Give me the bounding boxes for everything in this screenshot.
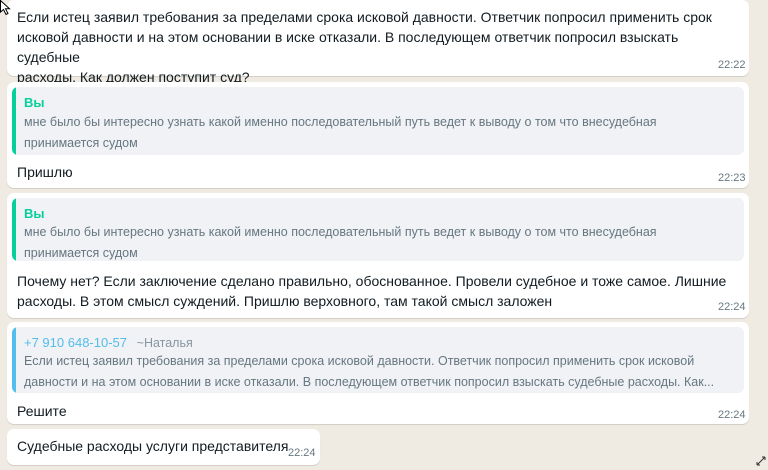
quote-author: +7 910 648-10-57 ~Наталья — [24, 335, 193, 350]
quoted-message[interactable]: Вы мне было бы интересно узнать какой им… — [12, 198, 744, 261]
message-time: 22:24 — [718, 301, 746, 313]
quote-accent-bar — [12, 198, 16, 261]
message-time: 22:22 — [718, 59, 746, 71]
quote-accent-bar — [12, 87, 16, 155]
message-text: Судебные расходы услуги представителя — [17, 438, 289, 454]
quote-accent-bar — [12, 327, 16, 393]
quote-author-name: ~Наталья — [136, 336, 193, 350]
quote-text: мне было бы интересно узнать какой именн… — [24, 115, 657, 150]
quote-author: Вы — [24, 95, 45, 110]
quote-author-phone: +7 910 648-10-57 — [24, 335, 128, 350]
message-text: Почему нет? Если заключение сделано прав… — [17, 273, 727, 309]
message-bubble[interactable]: Вы мне было бы интересно узнать какой им… — [7, 82, 749, 188]
message-text: Решите — [17, 403, 67, 419]
resize-arrows-icon[interactable] — [756, 456, 766, 466]
message-bubble[interactable]: Судебные расходы услуги представителя 22… — [7, 429, 320, 465]
chat-pane: Если истец заявил требования за пределам… — [0, 0, 768, 470]
message-text: Пришлю — [17, 164, 73, 180]
message-time: 22:24 — [718, 409, 746, 421]
message-bubble[interactable]: Вы мне было бы интересно узнать какой им… — [7, 193, 749, 318]
message-bubble[interactable]: Если истец заявил требования за пределам… — [7, 0, 749, 85]
quoted-message[interactable]: +7 910 648-10-57 ~Наталья Если истец зая… — [12, 327, 744, 393]
message-time: 22:24 — [288, 447, 316, 459]
message-time: 22:23 — [718, 172, 746, 184]
quote-text: Если истец заявил требования за пределам… — [24, 354, 715, 389]
mouse-pointer-icon — [0, 0, 11, 16]
quoted-message[interactable]: Вы мне было бы интересно узнать какой им… — [12, 87, 744, 155]
message-text: Если истец заявил требования за пределам… — [17, 9, 712, 85]
quote-text: мне было бы интересно узнать какой именн… — [24, 225, 657, 260]
message-bubble[interactable]: +7 910 648-10-57 ~Наталья Если истец зая… — [7, 322, 749, 424]
quote-author: Вы — [24, 206, 45, 221]
